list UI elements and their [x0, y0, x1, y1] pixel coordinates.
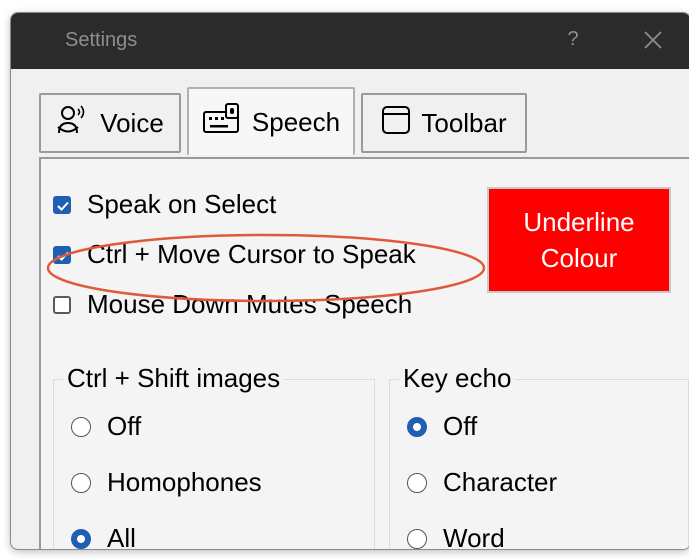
- tab-speech-label: Speech: [251, 106, 341, 137]
- tab-toolbar-label: Toolbar: [421, 107, 507, 138]
- toolbar-window-icon: [381, 105, 411, 142]
- underline-colour-line1: Underline: [523, 207, 635, 237]
- ctrl-shift-images-off-label: Off: [107, 411, 142, 441]
- mouse-down-mutes-label: Mouse Down Mutes Speech: [87, 289, 413, 319]
- checkbox-unchecked-icon: [53, 295, 71, 314]
- mouse-down-mutes-checkbox[interactable]: Mouse Down Mutes Speech: [53, 289, 412, 320]
- voice-speaker-icon: [56, 103, 90, 144]
- window-title: Settings: [65, 29, 138, 51]
- radio-unselected-icon: [71, 472, 91, 493]
- title-bar[interactable]: Settings ?: [11, 13, 689, 69]
- close-icon[interactable]: [641, 28, 665, 52]
- checkbox-checked-icon: [53, 245, 71, 264]
- ctrl-shift-images-homophones-label: Homophones: [107, 467, 262, 497]
- key-echo-character-radio[interactable]: Character: [407, 467, 557, 498]
- key-echo-word-label: Word: [443, 523, 505, 550]
- checkbox-checked-icon: [53, 195, 71, 214]
- radio-unselected-icon: [71, 416, 91, 437]
- tab-toolbar[interactable]: Toolbar: [361, 93, 527, 153]
- radio-selected-icon: [407, 416, 427, 437]
- speak-on-select-label: Speak on Select: [87, 189, 277, 219]
- underline-colour-button[interactable]: Underline Colour: [487, 187, 671, 293]
- radio-unselected-icon: [407, 528, 427, 549]
- ctrl-shift-images-title: Ctrl + Shift images: [63, 363, 285, 394]
- key-echo-off-radio[interactable]: Off: [407, 411, 477, 442]
- key-echo-off-label: Off: [443, 411, 478, 441]
- radio-selected-icon: [71, 528, 91, 549]
- keyboard-speech-icon: [202, 102, 242, 143]
- ctrl-shift-images-all-radio[interactable]: All: [71, 523, 136, 550]
- speech-panel: Speak on Select Ctrl + Move Cursor to Sp…: [39, 157, 689, 550]
- key-echo-title: Key echo: [399, 363, 516, 394]
- key-echo-character-label: Character: [443, 467, 558, 497]
- settings-window: Settings ? Voice Speech Toolbar Speak on…: [10, 12, 689, 550]
- ctrl-shift-images-homophones-radio[interactable]: Homophones: [71, 467, 262, 498]
- help-button[interactable]: ?: [561, 26, 585, 52]
- speak-on-select-checkbox[interactable]: Speak on Select: [53, 189, 276, 220]
- radio-unselected-icon: [407, 472, 427, 493]
- ctrl-shift-images-all-label: All: [107, 523, 136, 550]
- ctrl-move-cursor-label: Ctrl + Move Cursor to Speak: [87, 239, 416, 269]
- tab-voice[interactable]: Voice: [39, 93, 181, 153]
- tab-strip: Voice Speech Toolbar: [11, 69, 689, 157]
- key-echo-word-radio[interactable]: Word: [407, 523, 505, 550]
- underline-colour-line2: Colour: [540, 243, 618, 273]
- tab-speech[interactable]: Speech: [187, 87, 355, 155]
- ctrl-move-cursor-checkbox[interactable]: Ctrl + Move Cursor to Speak: [53, 239, 416, 270]
- tab-voice-label: Voice: [100, 107, 164, 138]
- ctrl-shift-images-off-radio[interactable]: Off: [71, 411, 141, 442]
